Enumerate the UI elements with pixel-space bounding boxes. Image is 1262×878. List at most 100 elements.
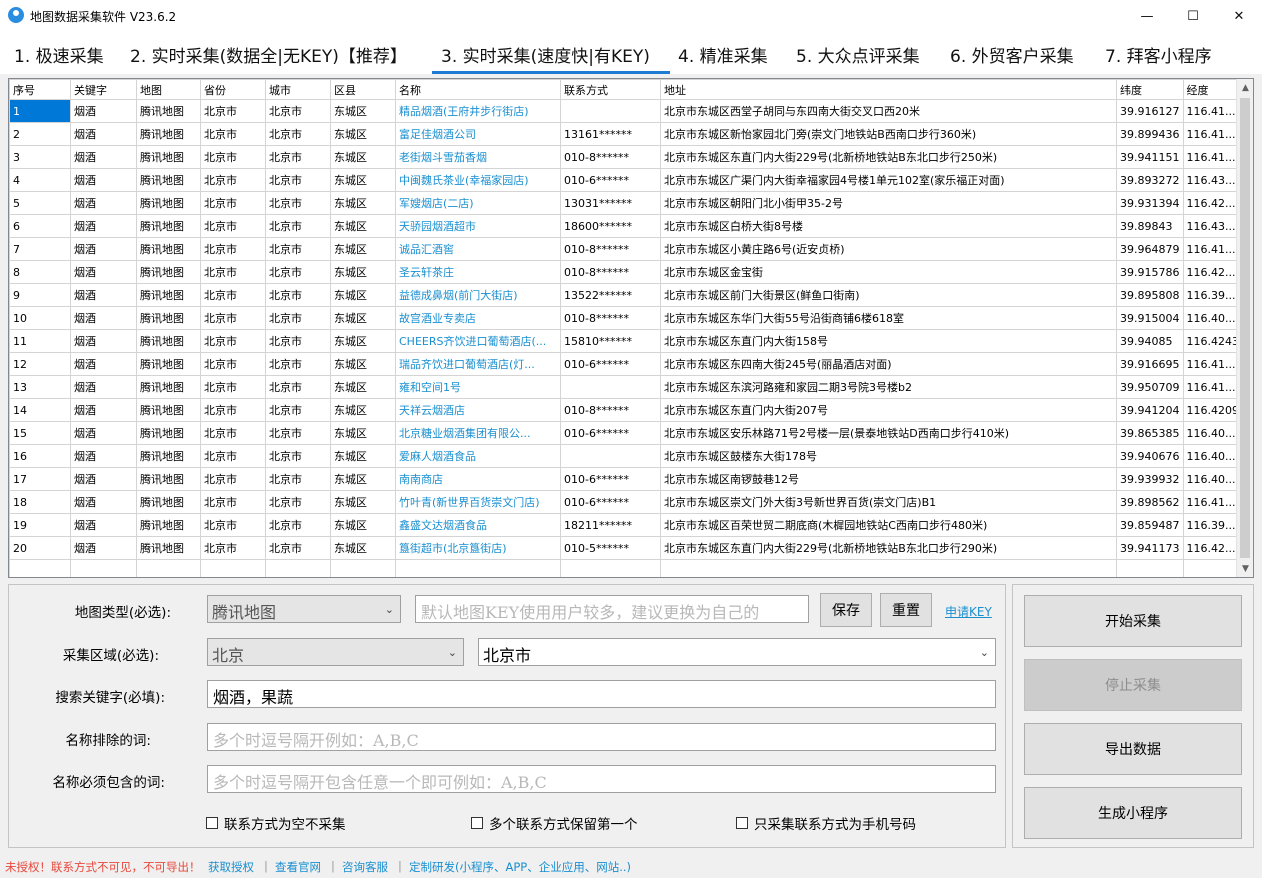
table-cell[interactable]: 烟酒 bbox=[70, 145, 137, 169]
column-header[interactable]: 关键字 bbox=[70, 79, 137, 100]
table-cell[interactable]: 北京市 bbox=[200, 329, 266, 353]
table-cell[interactable]: 39.893272 bbox=[1116, 168, 1184, 192]
table-cell[interactable]: 18600****** bbox=[560, 214, 661, 238]
table-cell[interactable]: 010-5****** bbox=[560, 536, 661, 560]
table-cell[interactable]: 010-6****** bbox=[560, 490, 661, 514]
table-cell[interactable]: 1 bbox=[9, 99, 71, 123]
table-cell[interactable]: 北京市东城区东直门内大街229号(北新桥地铁站B东北口步行290米) bbox=[660, 536, 1117, 560]
table-cell[interactable]: 39.916695 bbox=[1116, 352, 1184, 376]
table-cell[interactable]: 北京市东城区崇文门外大街3号新世界百货(崇文门店)B1 bbox=[660, 490, 1117, 514]
table-cell[interactable]: 东城区 bbox=[330, 283, 396, 307]
table-cell[interactable]: 12 bbox=[9, 352, 71, 376]
table-cell[interactable]: 东城区 bbox=[330, 467, 396, 491]
table-cell[interactable]: 圣云轩茶庄 bbox=[395, 260, 561, 284]
table-cell[interactable]: 东城区 bbox=[330, 122, 396, 146]
table-cell[interactable]: 东城区 bbox=[330, 237, 396, 261]
table-cell[interactable]: 烟酒 bbox=[70, 421, 137, 445]
table-cell[interactable]: 北京市 bbox=[265, 168, 331, 192]
table-cell[interactable]: 北京市 bbox=[265, 375, 331, 399]
table-cell[interactable]: 东城区 bbox=[330, 444, 396, 468]
table-cell[interactable]: 14 bbox=[9, 398, 71, 422]
table-cell[interactable]: 腾讯地图 bbox=[136, 398, 201, 422]
table-cell[interactable]: 39.859487 bbox=[1116, 513, 1184, 537]
table-cell[interactable]: 北京市 bbox=[265, 421, 331, 445]
table-cell[interactable]: 39.899436 bbox=[1116, 122, 1184, 146]
table-cell[interactable]: 东城区 bbox=[330, 99, 396, 123]
city-select[interactable]: 北京市 ⌄ bbox=[478, 638, 996, 666]
table-cell[interactable]: 北京市东城区安乐林路71号2号楼一层(景泰地铁站D西南口步行410米) bbox=[660, 421, 1117, 445]
table-cell[interactable]: 北京市东城区鼓楼东大街178号 bbox=[660, 444, 1117, 468]
tab-visit-miniapp[interactable]: 7. 拜客小程序 bbox=[1105, 42, 1212, 67]
table-cell[interactable]: 39.865385 bbox=[1116, 421, 1184, 445]
table-cell[interactable]: 39.941204 bbox=[1116, 398, 1184, 422]
table-cell[interactable]: 北京市东城区西堂子胡同与东四南大街交叉口西20米 bbox=[660, 99, 1117, 123]
customer-service-link[interactable]: 咨询客服 bbox=[342, 859, 388, 875]
table-cell[interactable]: 39.898562 bbox=[1116, 490, 1184, 514]
tab-precise-collect[interactable]: 4. 精准采集 bbox=[678, 42, 768, 67]
tab-dianping-collect[interactable]: 5. 大众点评采集 bbox=[796, 42, 920, 67]
table-cell[interactable]: 39.915786 bbox=[1116, 260, 1184, 284]
table-cell[interactable]: 老街烟斗雪茄香烟 bbox=[395, 145, 561, 169]
minimize-icon[interactable]: — bbox=[1124, 0, 1170, 32]
table-cell[interactable]: 北京市 bbox=[265, 122, 331, 146]
table-cell[interactable]: 腾讯地图 bbox=[136, 168, 201, 192]
stop-collect-button[interactable]: 停止采集 bbox=[1024, 659, 1242, 711]
table-cell[interactable]: 010-8****** bbox=[560, 398, 661, 422]
table-cell[interactable]: 腾讯地图 bbox=[136, 329, 201, 353]
save-key-button[interactable]: 保存 bbox=[820, 593, 872, 627]
table-cell[interactable]: 3 bbox=[9, 145, 71, 169]
table-cell[interactable]: 烟酒 bbox=[70, 214, 137, 238]
table-cell[interactable]: 东城区 bbox=[330, 145, 396, 169]
table-cell[interactable]: 东城区 bbox=[330, 329, 396, 353]
table-cell[interactable]: 东城区 bbox=[330, 260, 396, 284]
column-header[interactable]: 省份 bbox=[200, 79, 266, 100]
table-cell[interactable]: 北京市 bbox=[200, 352, 266, 376]
table-cell[interactable]: 5 bbox=[9, 191, 71, 215]
table-cell[interactable]: 东城区 bbox=[330, 513, 396, 537]
table-cell[interactable]: 39.94085 bbox=[1116, 329, 1184, 353]
table-cell[interactable]: 烟酒 bbox=[70, 513, 137, 537]
table-cell[interactable]: 17 bbox=[9, 467, 71, 491]
table-cell[interactable]: 东城区 bbox=[330, 214, 396, 238]
map-type-select[interactable]: 腾讯地图 ⌄ bbox=[207, 595, 401, 623]
table-cell[interactable]: 10 bbox=[9, 306, 71, 330]
table-cell[interactable]: 簋街超市(北京簋街店) bbox=[395, 536, 561, 560]
table-cell[interactable]: 东城区 bbox=[330, 306, 396, 330]
table-cell[interactable]: 39.940676 bbox=[1116, 444, 1184, 468]
table-cell[interactable]: 13031****** bbox=[560, 191, 661, 215]
table-row[interactable]: 13 烟酒 腾讯地图 北京市 北京市 东城区 雍和空间1号 北京市东城区东滨河路雍和家园二期3… bbox=[9, 375, 1250, 399]
table-cell[interactable]: 北京市 bbox=[265, 99, 331, 123]
reset-key-button[interactable]: 重置 bbox=[880, 593, 932, 627]
table-cell[interactable]: 精品烟酒(王府井步行街店) bbox=[395, 99, 561, 123]
exclude-words-input[interactable]: 多个时逗号隔开例如：A,B,C bbox=[207, 723, 996, 751]
table-cell[interactable]: 竹叶青(新世界百货崇文门店) bbox=[395, 490, 561, 514]
tab-realtime-no-key[interactable]: 2. 实时采集(数据全|无KEY)【推荐】 bbox=[130, 42, 407, 67]
table-cell[interactable]: 烟酒 bbox=[70, 283, 137, 307]
table-cell[interactable]: 烟酒 bbox=[70, 490, 137, 514]
table-cell[interactable]: 烟酒 bbox=[70, 122, 137, 146]
table-cell[interactable]: 北京市 bbox=[200, 283, 266, 307]
table-cell[interactable]: 北京市东城区东直门内大街158号 bbox=[660, 329, 1117, 353]
table-cell[interactable]: 北京市东城区东华门大街55号沿街商铺6楼618室 bbox=[660, 306, 1117, 330]
table-cell[interactable]: 中闽魏氏茶业(幸福家园店) bbox=[395, 168, 561, 192]
table-cell[interactable]: 20 bbox=[9, 536, 71, 560]
scrollbar-thumb[interactable] bbox=[1240, 98, 1250, 558]
table-cell[interactable]: 东城区 bbox=[330, 168, 396, 192]
table-cell[interactable]: 北京市 bbox=[200, 191, 266, 215]
table-cell[interactable] bbox=[560, 375, 661, 399]
table-cell[interactable]: 富足佳烟酒公司 bbox=[395, 122, 561, 146]
table-cell[interactable]: CHEERS齐饮进口葡萄酒店(... bbox=[395, 329, 561, 353]
table-cell[interactable]: 烟酒 bbox=[70, 444, 137, 468]
table-cell[interactable]: 18211****** bbox=[560, 513, 661, 537]
table-cell[interactable]: 7 bbox=[9, 237, 71, 261]
table-cell[interactable]: 北京市 bbox=[200, 536, 266, 560]
table-row[interactable]: 15 烟酒 腾讯地图 北京市 北京市 东城区 北京糖业烟酒集团有限公... 010-6****… bbox=[9, 421, 1250, 445]
column-header[interactable]: 地图 bbox=[136, 79, 201, 100]
table-cell[interactable]: 北京市 bbox=[265, 444, 331, 468]
table-cell[interactable]: 东城区 bbox=[330, 352, 396, 376]
table-cell[interactable]: 烟酒 bbox=[70, 467, 137, 491]
table-cell[interactable]: 北京市 bbox=[265, 191, 331, 215]
province-select[interactable]: 北京 ⌄ bbox=[207, 638, 464, 666]
table-row[interactable]: 8 烟酒 腾讯地图 北京市 北京市 东城区 圣云轩茶庄 010-8****** 北京市东城区金宝… bbox=[9, 260, 1250, 284]
table-cell[interactable]: 腾讯地图 bbox=[136, 260, 201, 284]
